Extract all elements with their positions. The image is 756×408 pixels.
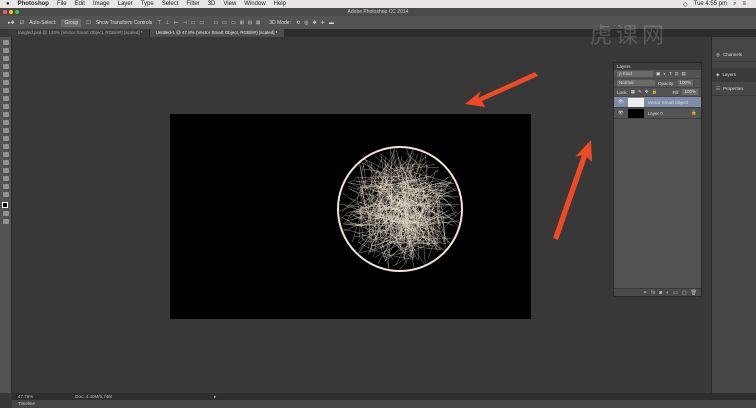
dock-label: Layers (722, 72, 736, 77)
link-icon: ⚭ (643, 289, 648, 296)
adjustment-icon: ◐ (666, 289, 670, 296)
zoom-level[interactable]: 47.76% (18, 394, 33, 399)
dock-channels[interactable]: ◎ Channels (712, 48, 756, 62)
arrow-to-canvas (465, 72, 538, 107)
layers-panel-title: Layers (614, 63, 701, 70)
panel-dock: ◎ Channels ◈ Layers ☷ Properties (711, 37, 756, 395)
dock-layers[interactable]: ◈ Layers (712, 68, 756, 82)
new-layer-icon: ▢ (681, 289, 687, 296)
status-bar: 47.76% Doc: 4.40M/5.74M ▸ (12, 393, 756, 400)
group-icon: ▭ (673, 289, 678, 296)
visibility-eye-icon[interactable]: 👁 (618, 99, 624, 105)
layer-name: Vector Smart Object (647, 99, 688, 105)
layer-thumbnail (627, 108, 644, 118)
dock-label: Channels (722, 52, 742, 57)
status-arrow-icon[interactable]: ▸ (214, 394, 216, 400)
layer-filter-kind[interactable]: ρ Kind (617, 71, 653, 77)
blend-mode-dropdown[interactable]: Normal (617, 80, 655, 86)
lock-icons[interactable]: ▦✎✥🔒 (631, 89, 660, 95)
opacity-input[interactable]: 100% (677, 80, 694, 86)
layer-row-layer-0[interactable]: 👁 Layer 0 🔒 (614, 108, 701, 119)
filter-icons[interactable]: ▣◐T⊡▤ (656, 71, 689, 77)
layer-thumbnail (627, 97, 644, 107)
layers-icon: ◈ (716, 71, 720, 77)
dock-label: Properties (723, 86, 744, 91)
layers-panel: Layers ρ Kind ▣◐T⊡▤ Normal Opacity: 100% Lo… (613, 62, 702, 297)
arrow-to-layers-panel (553, 140, 592, 240)
mask-icon: ◙ (659, 289, 663, 296)
dock-properties[interactable]: ☷ Properties (712, 82, 756, 96)
layer-name: Layer 0 (647, 110, 663, 116)
lock-label: Lock: (617, 89, 628, 95)
lock-icon: 🔒 (691, 110, 697, 115)
properties-icon: ☷ (716, 85, 721, 91)
layer-row-vector-smart-object[interactable]: 👁 Vector Smart Object (614, 97, 701, 108)
watermark: 虎课网 (590, 23, 669, 48)
layers-footer-buttons[interactable]: ⚭ fx ◙ ◐ ▭ ▢ 🗑 (614, 288, 701, 296)
visibility-eye-icon[interactable]: 👁 (618, 110, 624, 116)
trash-icon: 🗑 (690, 289, 697, 296)
fx-icon: fx (651, 289, 656, 296)
timeline-tab[interactable]: Timeline (12, 400, 756, 408)
fill-label: Fill: (672, 89, 680, 95)
opacity-label: Opacity: (658, 80, 675, 86)
fill-input[interactable]: 100% (682, 89, 698, 95)
channels-icon: ◎ (716, 51, 720, 57)
doc-size: Doc: 4.40M/5.74M (75, 394, 113, 399)
